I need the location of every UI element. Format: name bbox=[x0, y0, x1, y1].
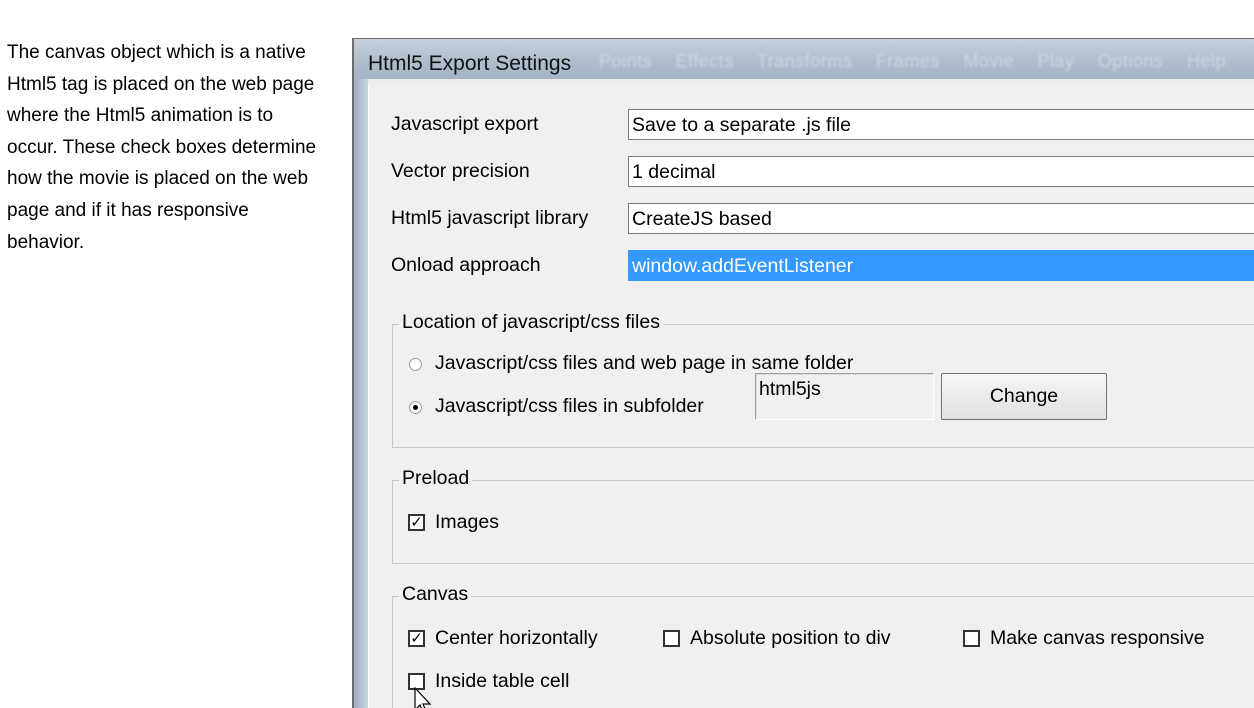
location-group: Location of javascript/css files Javascr… bbox=[392, 311, 1254, 448]
change-folder-button[interactable]: Change bbox=[941, 373, 1107, 420]
mouse-pointer-icon bbox=[414, 687, 432, 708]
subfolder-label[interactable]: Javascript/css files in subfolder bbox=[435, 395, 704, 418]
javascript-export-select[interactable]: Save to a separate .js file bbox=[628, 109, 1254, 140]
responsive-label[interactable]: Make canvas responsive bbox=[990, 627, 1205, 650]
background-menu-item: Play bbox=[1037, 51, 1075, 71]
background-menu-item: Movie bbox=[963, 51, 1014, 71]
onload-label: Onload approach bbox=[391, 254, 541, 276]
subfolder-radio[interactable] bbox=[409, 401, 422, 414]
library-label: Html5 javascript library bbox=[391, 207, 589, 229]
location-group-title: Location of javascript/css files bbox=[399, 311, 663, 334]
center-horizontally-checkbox[interactable]: ✓ bbox=[408, 630, 425, 647]
onload-select[interactable]: window.addEventListener bbox=[628, 250, 1254, 281]
background-menu-item: Help bbox=[1186, 51, 1226, 71]
background-menu-item: Transforms bbox=[756, 51, 853, 71]
responsive-checkbox[interactable] bbox=[963, 630, 980, 647]
same-folder-label[interactable]: Javascript/css files and web page in sam… bbox=[435, 352, 853, 375]
library-select[interactable]: CreateJS based bbox=[628, 203, 1254, 234]
table-cell-label[interactable]: Inside table cell bbox=[435, 670, 569, 693]
vector-precision-select[interactable]: 1 decimal bbox=[628, 156, 1254, 187]
subfolder-name-field[interactable]: html5js bbox=[755, 373, 934, 420]
dialog-title: Html5 Export Settings bbox=[368, 52, 572, 75]
vector-precision-label: Vector precision bbox=[391, 160, 530, 182]
description-text: The canvas object which is a native Html… bbox=[7, 42, 317, 253]
images-label[interactable]: Images bbox=[435, 511, 499, 534]
preload-group-title: Preload bbox=[399, 467, 473, 490]
images-checkbox[interactable]: ✓ bbox=[408, 514, 425, 531]
background-menu-item: Effects bbox=[675, 51, 734, 71]
preload-group: Preload ✓ Images bbox=[392, 467, 1254, 564]
canvas-group-title: Canvas bbox=[399, 583, 472, 606]
dialog-content: Javascript export Save to a separate .js… bbox=[368, 85, 1254, 708]
background-menu-item: Options bbox=[1097, 51, 1164, 71]
same-folder-radio[interactable] bbox=[409, 358, 422, 371]
absolute-position-label[interactable]: Absolute position to div bbox=[690, 627, 891, 650]
background-menu-bar: Points Effects Transforms Frames Movie P… bbox=[599, 51, 1244, 72]
canvas-group: Canvas ✓ Center horizontally Absolute po… bbox=[392, 583, 1254, 708]
background-menu-item: Points bbox=[599, 51, 653, 71]
title-bar[interactable]: Html5 Export Settings Points Effects Tra… bbox=[354, 39, 1254, 79]
window-frame-left bbox=[354, 79, 368, 708]
center-horizontally-label[interactable]: Center horizontally bbox=[435, 627, 598, 650]
absolute-position-checkbox[interactable] bbox=[663, 630, 680, 647]
javascript-export-label: Javascript export bbox=[391, 113, 539, 135]
html5-export-settings-dialog: Html5 Export Settings Points Effects Tra… bbox=[352, 38, 1254, 708]
background-menu-item: Frames bbox=[875, 51, 940, 71]
